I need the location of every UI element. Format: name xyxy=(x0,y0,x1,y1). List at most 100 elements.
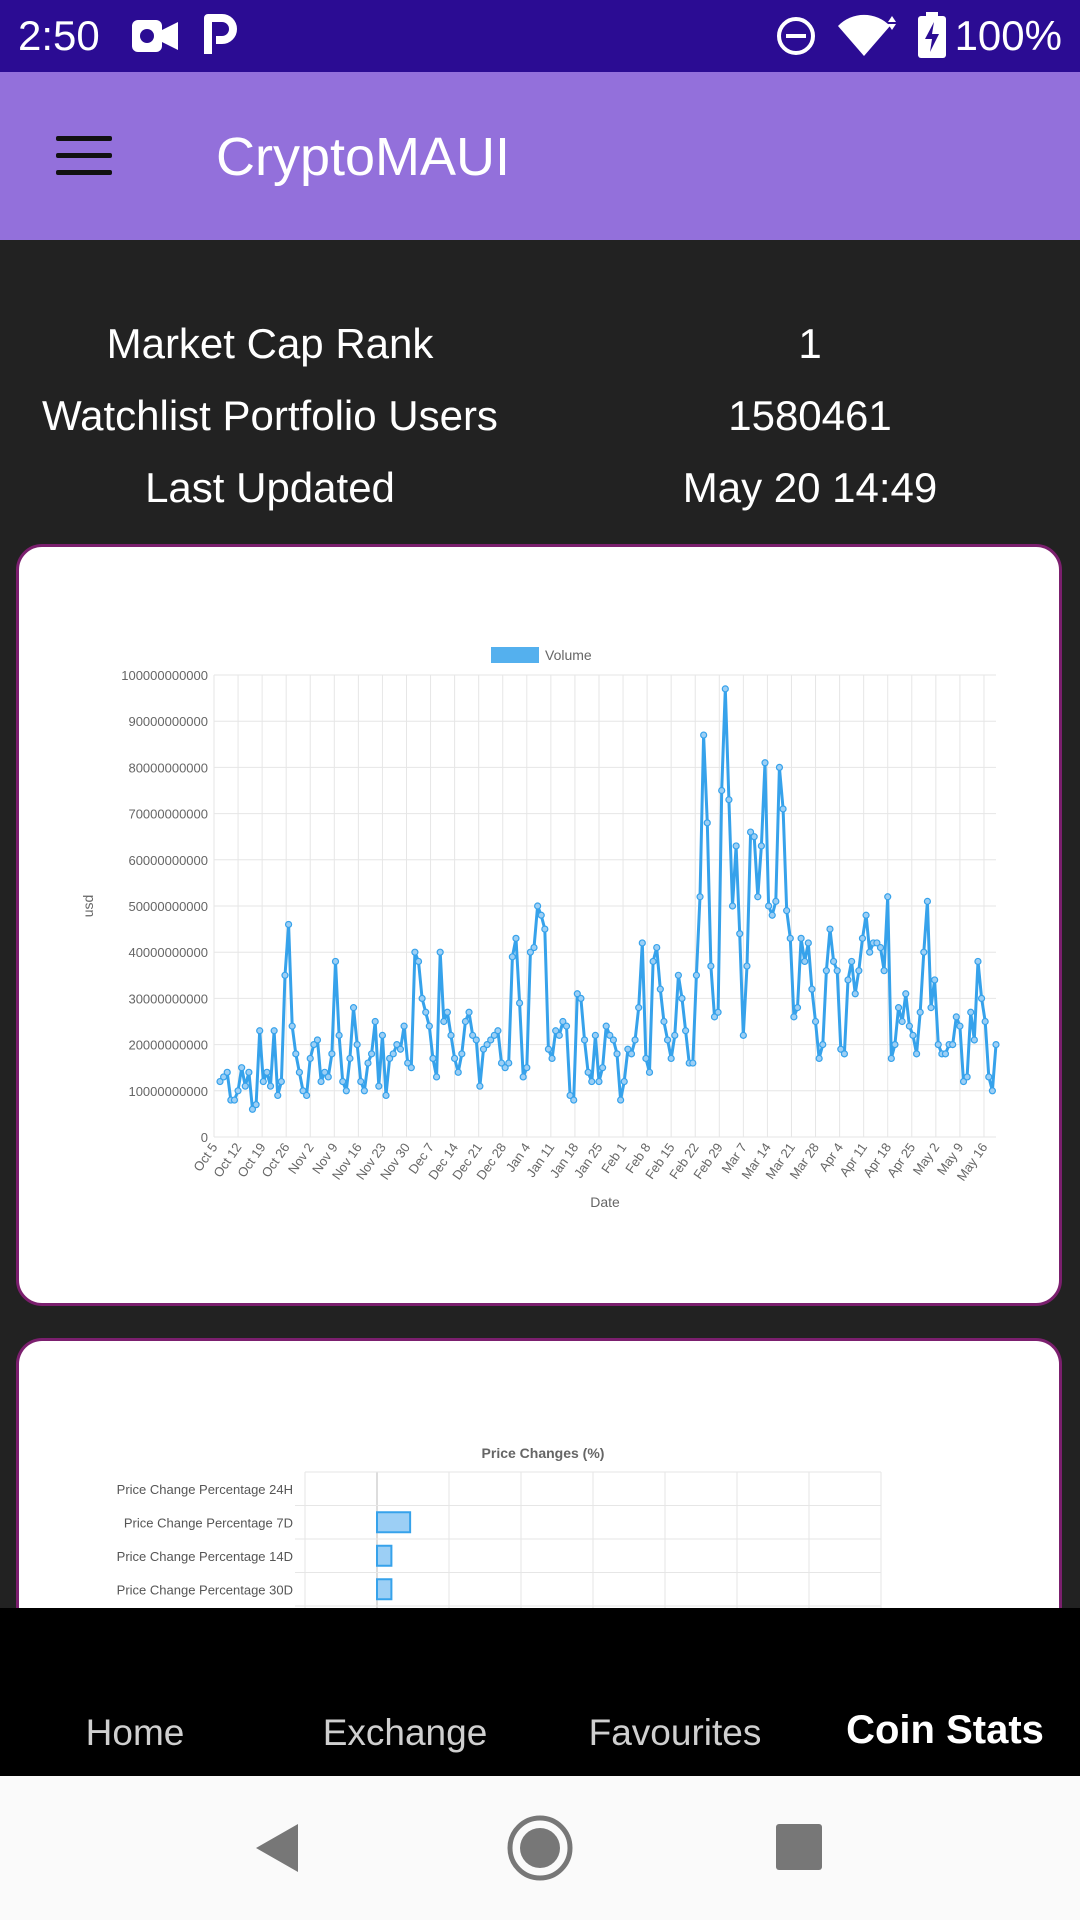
data-point xyxy=(779,805,787,813)
data-point xyxy=(952,1013,960,1021)
stat-value: 1580461 xyxy=(728,392,892,439)
data-point xyxy=(570,1096,578,1104)
data-point xyxy=(992,1041,1000,1049)
data-point xyxy=(981,1017,989,1026)
data-point xyxy=(292,1050,300,1058)
data-point xyxy=(241,1082,249,1090)
data-point xyxy=(458,1050,466,1058)
data-point xyxy=(429,1054,437,1063)
recents-icon[interactable] xyxy=(776,1824,822,1870)
bottom-tab-bar: Home Exchange Favourites Coin Stats xyxy=(0,1608,1080,1776)
data-point xyxy=(819,1041,827,1049)
data-point xyxy=(364,1059,372,1067)
data-point xyxy=(880,967,888,975)
data-point xyxy=(238,1064,246,1072)
data-point xyxy=(923,897,932,905)
x-tick-label: Feb 1 xyxy=(598,1140,629,1176)
data-point xyxy=(949,1041,957,1049)
data-point xyxy=(736,930,744,938)
tab-exchange[interactable]: Exchange xyxy=(270,1712,540,1754)
data-point xyxy=(797,934,805,942)
data-point xyxy=(378,1031,387,1039)
data-point xyxy=(855,967,863,975)
data-point xyxy=(342,1087,350,1095)
stat-row-watchlist-users: Watchlist Portfolio Users 1580461 xyxy=(0,392,1080,464)
data-point xyxy=(541,925,549,933)
tab-coin-stats[interactable]: Coin Stats xyxy=(810,1708,1080,1753)
data-point xyxy=(765,902,773,910)
data-point xyxy=(696,893,704,901)
data-point xyxy=(422,1008,430,1016)
data-point xyxy=(234,1087,242,1095)
data-point xyxy=(808,985,816,993)
data-point xyxy=(707,962,715,970)
status-bar: 2:50 100% xyxy=(0,0,1080,72)
data-point xyxy=(284,920,293,929)
app-title: CryptoMAUI xyxy=(216,127,511,187)
data-point xyxy=(884,893,892,901)
data-point xyxy=(858,934,867,942)
data-point xyxy=(562,1022,571,1030)
data-point xyxy=(656,985,664,993)
data-point xyxy=(425,1022,433,1030)
data-point xyxy=(941,1050,950,1058)
data-point xyxy=(692,971,701,979)
data-point xyxy=(902,990,910,998)
stat-label: Market Cap Rank xyxy=(106,320,434,367)
data-point xyxy=(916,1008,924,1016)
data-point xyxy=(324,1073,332,1081)
stat-label: Watchlist Portfolio Users xyxy=(42,392,498,439)
data-point xyxy=(508,953,516,961)
data-point xyxy=(768,911,776,919)
data-point xyxy=(252,1101,260,1109)
data-point xyxy=(988,1087,996,1095)
data-point xyxy=(642,1054,650,1063)
data-point xyxy=(414,957,423,966)
home-icon[interactable] xyxy=(506,1814,574,1882)
data-point xyxy=(407,1064,415,1072)
y-tick-label: 10000000000 xyxy=(128,1084,208,1099)
data-point xyxy=(660,1017,668,1026)
data-point xyxy=(934,1041,942,1049)
data-point xyxy=(400,1022,408,1030)
data-point xyxy=(328,1050,336,1058)
data-point xyxy=(505,1059,513,1067)
data-point xyxy=(815,1054,823,1063)
data-point xyxy=(360,1087,368,1095)
data-point xyxy=(382,1091,390,1100)
data-point xyxy=(931,976,939,984)
battery-charging-icon xyxy=(918,12,946,58)
data-point xyxy=(833,967,841,975)
hamburger-icon[interactable] xyxy=(56,136,112,176)
data-point xyxy=(537,911,545,919)
battery-percentage: 100% xyxy=(954,12,1062,59)
back-icon[interactable] xyxy=(252,1822,302,1874)
data-point xyxy=(555,1031,563,1039)
data-point xyxy=(530,943,538,952)
data-point xyxy=(472,1036,480,1044)
data-point xyxy=(804,939,812,947)
data-point xyxy=(256,1027,264,1035)
data-point xyxy=(743,962,751,970)
data-point xyxy=(627,1050,636,1058)
data-point xyxy=(649,957,657,966)
tab-home[interactable]: Home xyxy=(0,1712,270,1754)
data-point xyxy=(465,1008,473,1016)
data-point xyxy=(357,1077,365,1086)
y-tick-label: 30000000000 xyxy=(128,991,208,1006)
data-point xyxy=(443,1008,451,1016)
data-point xyxy=(396,1045,405,1053)
data-point xyxy=(598,1064,607,1072)
data-point xyxy=(728,902,737,910)
x-axis-title: Date xyxy=(590,1194,620,1210)
data-point xyxy=(775,763,784,771)
y-axis-title: usd xyxy=(80,895,96,918)
data-point xyxy=(653,943,661,952)
tab-favourites[interactable]: Favourites xyxy=(540,1712,810,1754)
data-point xyxy=(912,1050,921,1058)
stat-value: May 20 14:49 xyxy=(682,464,938,511)
y-tick-label: 60000000000 xyxy=(128,853,208,868)
data-point xyxy=(339,1077,347,1086)
data-point xyxy=(887,1054,895,1063)
data-point xyxy=(602,1022,610,1030)
